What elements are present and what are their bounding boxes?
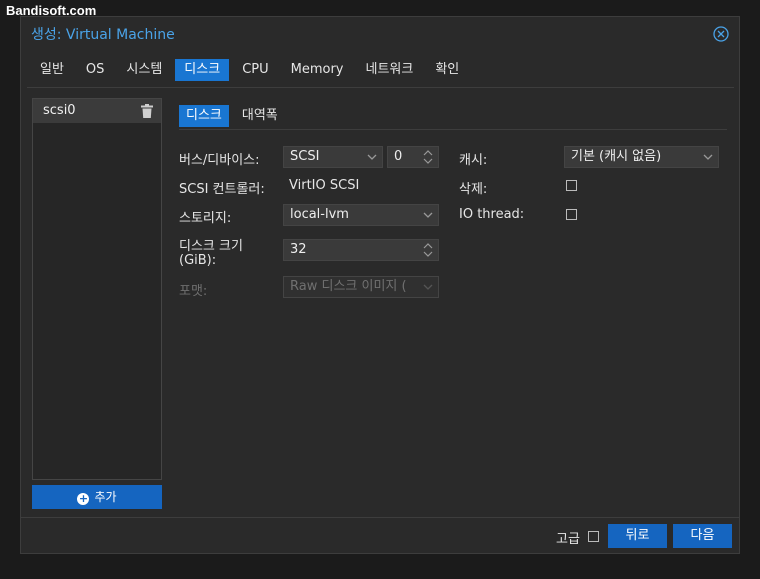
trash-icon[interactable] [141,104,153,118]
format-select: Raw 디스크 이미지 ( [283,276,439,298]
disk-item-label: scsi0 [43,103,76,118]
device-value: 0 [394,149,403,164]
size-label-line2: (GiB): [179,253,217,268]
discard-label: 삭제: [459,182,488,197]
advanced-label: 고급 [556,532,580,547]
iothread-label: IO thread: [459,207,525,222]
dialog-title: 생성: Virtual Machine [31,27,175,43]
plus-circle-icon: + [77,492,90,505]
storage-value: local-lvm [290,207,349,222]
storage-select[interactable]: local-lvm [283,204,439,226]
chevron-down-icon [367,154,377,160]
tab-content: scsi0 + 추가 디스크 대역폭 버스/디바이스: SCSI 0 SCSI … [27,87,734,518]
next-button[interactable]: 다음 [673,524,732,548]
bus-value: SCSI [290,149,320,164]
advanced-checkbox[interactable] [588,531,599,542]
cache-label: 캐시: [459,153,488,168]
list-item[interactable]: scsi0 [33,99,161,123]
bus-select[interactable]: SCSI [283,146,383,168]
disk-subtabs: 디스크 대역폭 [179,105,727,130]
subtab-disk[interactable]: 디스크 [179,105,229,127]
tab-cpu[interactable]: CPU [233,59,277,81]
size-value: 32 [290,242,307,257]
format-value: Raw 디스크 이미지 ( [290,279,407,294]
discard-checkbox[interactable] [566,180,577,191]
iothread-checkbox[interactable] [566,209,577,220]
storage-label: 스토리지: [179,211,232,226]
disk-size-spinner[interactable]: 32 [283,239,439,261]
subtab-bandwidth[interactable]: 대역폭 [235,105,285,127]
back-button[interactable]: 뒤로 [608,524,667,548]
tab-network[interactable]: 네트워크 [357,59,423,81]
vm-create-dialog: 생성: Virtual Machine 일반 OS 시스템 디스크 CPU Me… [20,16,740,554]
size-label-line1: 디스크 크기 [179,239,243,254]
controller-value: VirtIO SCSI [289,178,360,193]
tab-general[interactable]: 일반 [31,59,73,81]
tab-confirm[interactable]: 확인 [426,59,468,81]
format-label: 포맷: [179,284,208,299]
chevron-down-icon [423,212,433,218]
add-disk-label: 추가 [94,490,117,504]
disk-list: scsi0 [32,98,162,480]
tab-os[interactable]: OS [77,59,113,81]
wizard-tabs: 일반 OS 시스템 디스크 CPU Memory 네트워크 확인 [31,59,472,81]
spinner-icon [423,243,433,257]
chevron-down-icon [423,284,433,290]
bus-label: 버스/디바이스: [179,153,260,168]
add-disk-button[interactable]: + 추가 [32,485,162,509]
tab-memory[interactable]: Memory [282,59,353,81]
tab-system[interactable]: 시스템 [117,59,171,81]
spinner-icon [423,150,433,164]
controller-label: SCSI 컨트롤러: [179,182,265,197]
close-icon[interactable] [713,26,729,42]
dialog-footer: 고급 뒤로 다음 [21,517,739,554]
device-number-spinner[interactable]: 0 [387,146,439,168]
cache-value: 기본 (캐시 없음) [571,149,662,164]
cache-select[interactable]: 기본 (캐시 없음) [564,146,719,168]
chevron-down-icon [703,154,713,160]
tab-disk[interactable]: 디스크 [175,59,230,81]
